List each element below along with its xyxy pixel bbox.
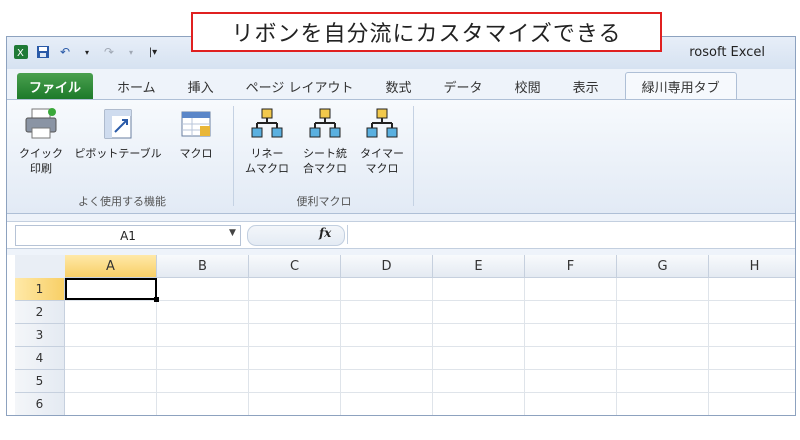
excel-app-icon: X xyxy=(13,44,29,60)
group-useful-macros: リネー ムマクロ シート統 合マクロ タイマー マクロ 便利マクロ xyxy=(237,100,411,213)
tab-custom[interactable]: 緑川専用タブ xyxy=(624,72,737,99)
grid-line xyxy=(65,323,795,324)
grid-line xyxy=(524,278,525,415)
select-all-corner[interactable] xyxy=(15,255,66,279)
grid-line xyxy=(248,278,249,415)
formula-input[interactable] xyxy=(347,225,795,244)
printer-icon xyxy=(23,106,59,142)
pivot-table-icon xyxy=(100,106,136,142)
hierarchy-icon xyxy=(307,106,343,142)
app-title: rosoft Excel xyxy=(689,45,765,60)
grid-line xyxy=(65,369,795,370)
tab-review[interactable]: 校閲 xyxy=(499,73,557,99)
row-header-1[interactable]: 1 xyxy=(15,278,65,301)
formula-bar: A1 ▼ fx xyxy=(7,221,795,249)
tab-file[interactable]: ファイル xyxy=(17,73,94,99)
column-header-g[interactable]: G xyxy=(617,255,709,278)
callout-caption: リボンを自分流にカスタマイズできる xyxy=(191,12,662,52)
redo-dropdown-icon[interactable]: ▾ xyxy=(123,44,139,60)
active-cell[interactable] xyxy=(65,278,159,302)
grid-line xyxy=(65,300,795,301)
column-header-e[interactable]: E xyxy=(433,255,525,278)
macro-button[interactable]: マクロ xyxy=(171,106,221,161)
sheet-merge-macro-button[interactable]: シート統 合マクロ xyxy=(297,106,353,176)
group-label: 便利マクロ xyxy=(296,195,352,208)
grid-line xyxy=(708,278,709,415)
undo-icon[interactable]: ↶ xyxy=(57,44,73,60)
save-icon[interactable] xyxy=(35,44,51,60)
tab-insert[interactable]: 挿入 xyxy=(172,73,230,99)
row-header-6[interactable]: 6 xyxy=(15,393,65,415)
hierarchy-icon xyxy=(249,106,285,142)
row-header-4[interactable]: 4 xyxy=(15,347,65,370)
chevron-down-icon[interactable]: ▼ xyxy=(229,228,236,238)
tab-page-layout[interactable]: ページ レイアウト xyxy=(230,73,370,99)
tab-formulas[interactable]: 数式 xyxy=(370,73,428,99)
row-header-2[interactable]: 2 xyxy=(15,301,65,324)
tab-data[interactable]: データ xyxy=(428,73,499,99)
redo-icon[interactable]: ↷ xyxy=(101,44,117,60)
grid-line xyxy=(65,392,795,393)
group-frequent-functions: クイック 印刷 ピボットテーブル マクロ よく使用する機能 xyxy=(13,100,231,213)
macro-icon xyxy=(178,106,214,142)
insert-function-icon[interactable]: fx xyxy=(319,226,331,240)
name-box[interactable]: A1 xyxy=(15,225,241,246)
quick-print-button[interactable]: クイック 印刷 xyxy=(17,106,65,176)
ribbon: クイック 印刷 ピボットテーブル マクロ よく使用する機能 リネー ムマクロ シ… xyxy=(7,99,795,214)
grid-line xyxy=(432,278,433,415)
svg-text:X: X xyxy=(17,48,24,59)
row-header-3[interactable]: 3 xyxy=(15,324,65,347)
group-divider xyxy=(233,106,234,206)
tab-view[interactable]: 表示 xyxy=(557,73,615,99)
customize-qat-icon[interactable]: |▾ xyxy=(145,44,161,60)
ribbon-tabs: ファイル ホーム 挿入 ページ レイアウト 数式 データ 校閲 表示 緑川専用タ… xyxy=(7,69,795,99)
grid-line xyxy=(340,278,341,415)
pivot-table-button[interactable]: ピボットテーブル xyxy=(69,106,167,161)
column-header-f[interactable]: F xyxy=(525,255,617,278)
timer-macro-button[interactable]: タイマー マクロ xyxy=(355,106,409,176)
column-header-h[interactable]: H xyxy=(709,255,795,278)
hierarchy-icon xyxy=(364,106,400,142)
tab-home[interactable]: ホーム xyxy=(101,73,172,99)
spreadsheet-grid: ABCDEFGH 123456 xyxy=(7,255,795,416)
group-label: よく使用する機能 xyxy=(78,195,166,208)
grid-line xyxy=(616,278,617,415)
grid-line xyxy=(65,346,795,347)
undo-dropdown-icon[interactable]: ▾ xyxy=(79,44,95,60)
excel-window: X ↶ ▾ ↷ ▾ |▾ rosoft Excel ファイル ホーム 挿入 ペー… xyxy=(6,36,796,416)
grid-line xyxy=(65,415,795,416)
column-header-d[interactable]: D xyxy=(341,255,433,278)
column-header-a[interactable]: A xyxy=(65,255,157,278)
quick-access-toolbar: X ↶ ▾ ↷ ▾ |▾ xyxy=(13,44,161,60)
group-divider xyxy=(413,106,414,206)
rename-macro-button[interactable]: リネー ムマクロ xyxy=(241,106,293,176)
row-header-5[interactable]: 5 xyxy=(15,370,65,393)
column-header-b[interactable]: B xyxy=(157,255,249,278)
column-header-c[interactable]: C xyxy=(249,255,341,278)
